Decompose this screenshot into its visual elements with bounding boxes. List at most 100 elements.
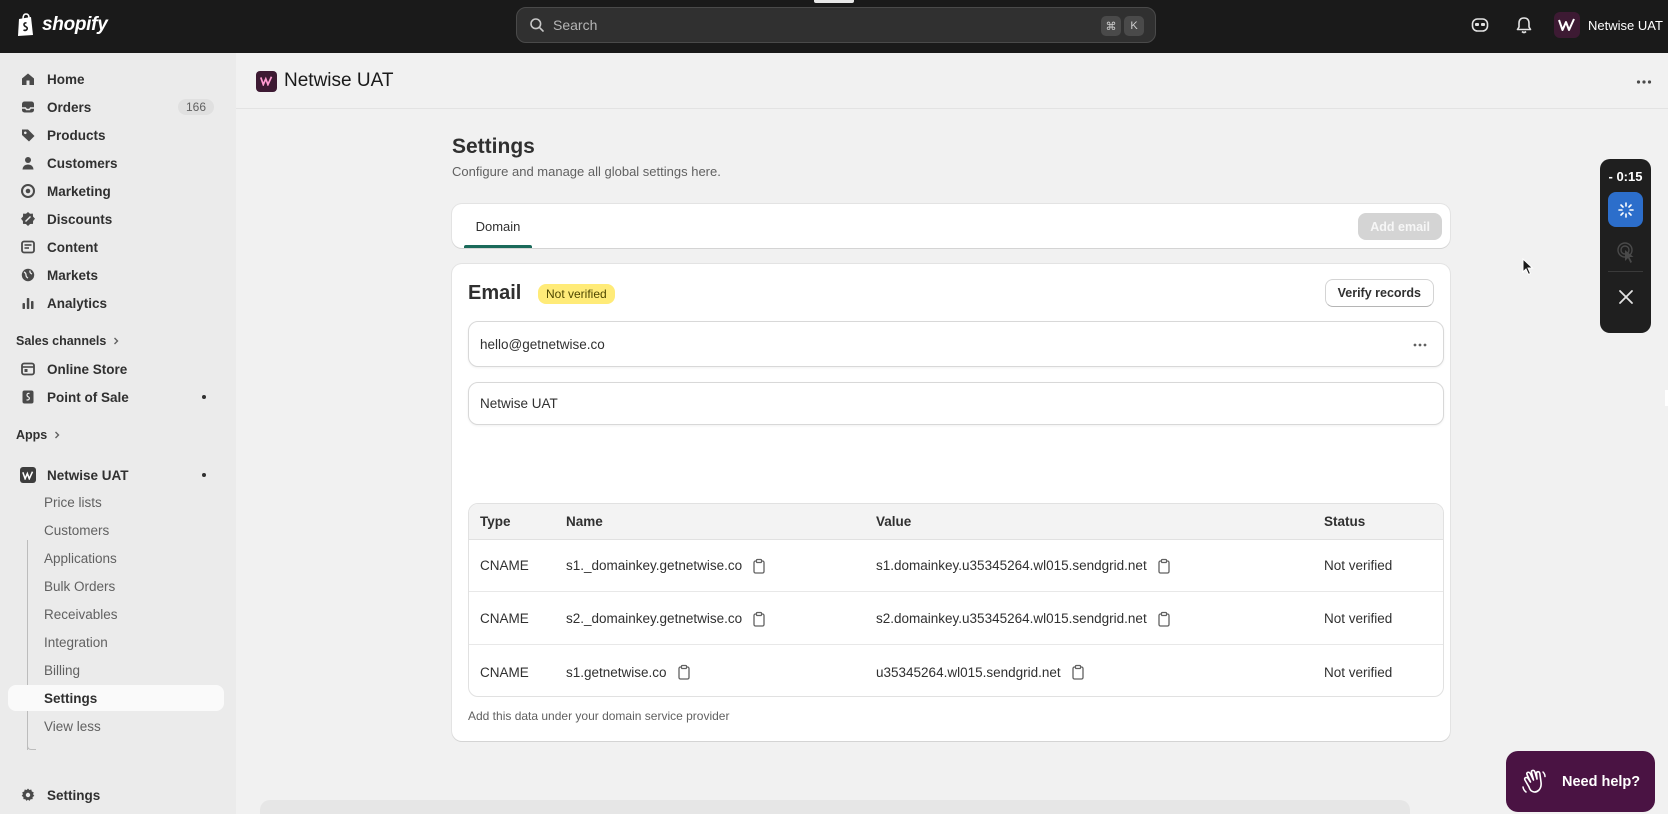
recorder-timer: - 0:15 xyxy=(1608,169,1643,184)
table-header: Type Name Value Status xyxy=(469,504,1443,540)
need-help-button[interactable]: Need help? xyxy=(1506,751,1655,812)
sidebar-sub-applications[interactable]: Applications xyxy=(8,545,224,571)
sidebar-item-customers[interactable]: Customers xyxy=(8,150,224,176)
sidebar-sub-customers[interactable]: Customers xyxy=(8,517,224,543)
record-value: s2.domainkey.u35345264.wl015.sendgrid.ne… xyxy=(876,611,1147,626)
pointer-tap-icon xyxy=(1616,241,1633,263)
sidebar-item-marketing[interactable]: Marketing xyxy=(8,178,224,204)
sidebar-item-orders[interactable]: Orders 166 xyxy=(8,94,224,120)
netwise-logo-icon xyxy=(260,76,273,86)
shortcut-k-key: K xyxy=(1124,16,1144,36)
sidebar-item-label: Products xyxy=(47,127,106,143)
shopify-logo[interactable]: shopify xyxy=(16,13,108,37)
add-email-button[interactable]: Add email xyxy=(1358,213,1442,240)
sidebar-sub-bulk-orders[interactable]: Bulk Orders xyxy=(8,573,224,599)
sidebar-item-label: Discounts xyxy=(47,211,113,227)
main-content: Netwise UAT Settings Configure and manag… xyxy=(236,53,1668,814)
brand-text: shopify xyxy=(42,14,108,35)
verify-records-button[interactable]: Verify records xyxy=(1324,279,1434,307)
sidebar-item-home[interactable]: Home xyxy=(8,66,224,92)
email-address: hello@getnetwise.co xyxy=(480,336,605,352)
store-name: Netwise UAT xyxy=(1588,17,1663,33)
store-menu[interactable]: Netwise UAT xyxy=(1554,12,1663,38)
recording-button[interactable] xyxy=(1608,192,1643,227)
tap-gesture-button[interactable] xyxy=(1608,235,1643,270)
record-status: Not verified xyxy=(1324,664,1393,680)
sidebar-item-analytics[interactable]: Analytics xyxy=(8,290,224,316)
sidebar-item-markets[interactable]: Markets xyxy=(8,262,224,288)
mouse-cursor-icon xyxy=(1522,258,1534,276)
record-name-cell: s1.getnetwise.co xyxy=(566,646,691,696)
copy-icon[interactable] xyxy=(1157,558,1171,574)
sidebar-item-content[interactable]: Content xyxy=(8,234,224,260)
tree-connector-elbow xyxy=(27,741,36,750)
sidebar-item-label: Analytics xyxy=(47,295,108,311)
sidebar-item-label: Marketing xyxy=(47,183,111,199)
app-title: Netwise UAT xyxy=(256,70,393,92)
record-name-cell: s1._domainkey.getnetwise.co xyxy=(566,540,766,591)
apps-section[interactable]: Apps xyxy=(16,428,61,442)
copy-icon[interactable] xyxy=(1157,611,1171,627)
top-handle xyxy=(814,0,854,3)
sidebar-item-label: Point of Sale xyxy=(47,389,129,405)
sidebar-sub-label: Applications xyxy=(44,550,117,566)
close-recorder-button[interactable] xyxy=(1608,279,1643,314)
column-header-name: Name xyxy=(566,514,603,529)
sender-name-field[interactable]: Netwise UAT xyxy=(468,382,1444,425)
search-icon xyxy=(530,18,544,32)
table-row: CNAME s2._domainkey.getnetwise.co s2.dom… xyxy=(469,593,1443,645)
search-input[interactable]: Search ⌘ K xyxy=(516,7,1156,43)
notification-bell-icon[interactable] xyxy=(1514,15,1534,35)
record-name: s1.getnetwise.co xyxy=(566,664,667,680)
sidebar-sub-integration[interactable]: Integration xyxy=(8,629,224,655)
sidebar-item-label: Home xyxy=(47,71,85,87)
tab-label: Domain xyxy=(475,218,521,234)
close-icon xyxy=(1618,289,1633,304)
copy-icon[interactable] xyxy=(752,558,766,574)
tab-domain[interactable]: Domain xyxy=(464,204,532,248)
content-icon xyxy=(21,240,35,254)
sidebar-item-label: Settings xyxy=(47,787,101,803)
email-card: Email Not verified Verify records hello@… xyxy=(452,264,1450,741)
more-options-icon[interactable] xyxy=(1634,72,1654,92)
app-title-text: Netwise UAT xyxy=(284,70,394,91)
sidebar-item-label: Content xyxy=(47,239,98,255)
shopify-bag-icon xyxy=(18,13,33,36)
person-icon xyxy=(22,157,34,170)
column-header-type: Type xyxy=(480,514,511,529)
sidebar-sub-receivables[interactable]: Receivables xyxy=(8,601,224,627)
sidebar-item-point-of-sale[interactable]: Point of Sale xyxy=(8,384,224,410)
sidebar-item-products[interactable]: Products xyxy=(8,122,224,148)
more-options-icon[interactable] xyxy=(1411,336,1429,354)
sidebar-sub-label: Price lists xyxy=(44,494,102,510)
sidebar-item-discounts[interactable]: Discounts xyxy=(8,206,224,232)
pin-dot xyxy=(202,473,206,477)
sidebar-sub-label: Bulk Orders xyxy=(44,578,116,594)
sidebar-sub-billing[interactable]: Billing xyxy=(8,657,224,683)
waving-hand-icon xyxy=(1522,769,1546,793)
sales-channels-section[interactable]: Sales channels xyxy=(16,334,120,348)
dns-records-table: Type Name Value Status CNAME s1._domaink… xyxy=(468,503,1444,697)
email-address-row: hello@getnetwise.co xyxy=(468,321,1444,367)
sidebar-sub-view-less[interactable]: View less xyxy=(8,713,224,739)
record-status: Not verified xyxy=(1324,558,1393,573)
sidebar-sub-settings[interactable]: Settings xyxy=(8,685,224,711)
sidebar-sub-price-lists[interactable]: Price lists xyxy=(8,489,224,515)
need-help-label: Need help? xyxy=(1562,773,1641,790)
sidekick-icon[interactable] xyxy=(1470,15,1490,35)
loading-spinner-icon xyxy=(1617,201,1634,218)
pin-dot xyxy=(202,395,206,399)
copy-icon[interactable] xyxy=(1071,664,1085,680)
store-icon xyxy=(21,362,35,376)
apps-label: Apps xyxy=(16,428,48,442)
copy-icon[interactable] xyxy=(677,664,691,680)
sidebar-item-online-store[interactable]: Online Store xyxy=(8,356,224,382)
app-header: Netwise UAT xyxy=(236,53,1668,109)
sales-channels-label: Sales channels xyxy=(16,334,107,348)
sidebar-item-settings[interactable]: Settings xyxy=(8,782,224,808)
copy-icon[interactable] xyxy=(752,611,766,627)
home-icon xyxy=(22,73,34,85)
record-name: s2._domainkey.getnetwise.co xyxy=(566,611,743,626)
store-avatar xyxy=(1554,12,1580,38)
sidebar-item-netwise-uat[interactable]: Netwise UAT xyxy=(8,462,224,488)
